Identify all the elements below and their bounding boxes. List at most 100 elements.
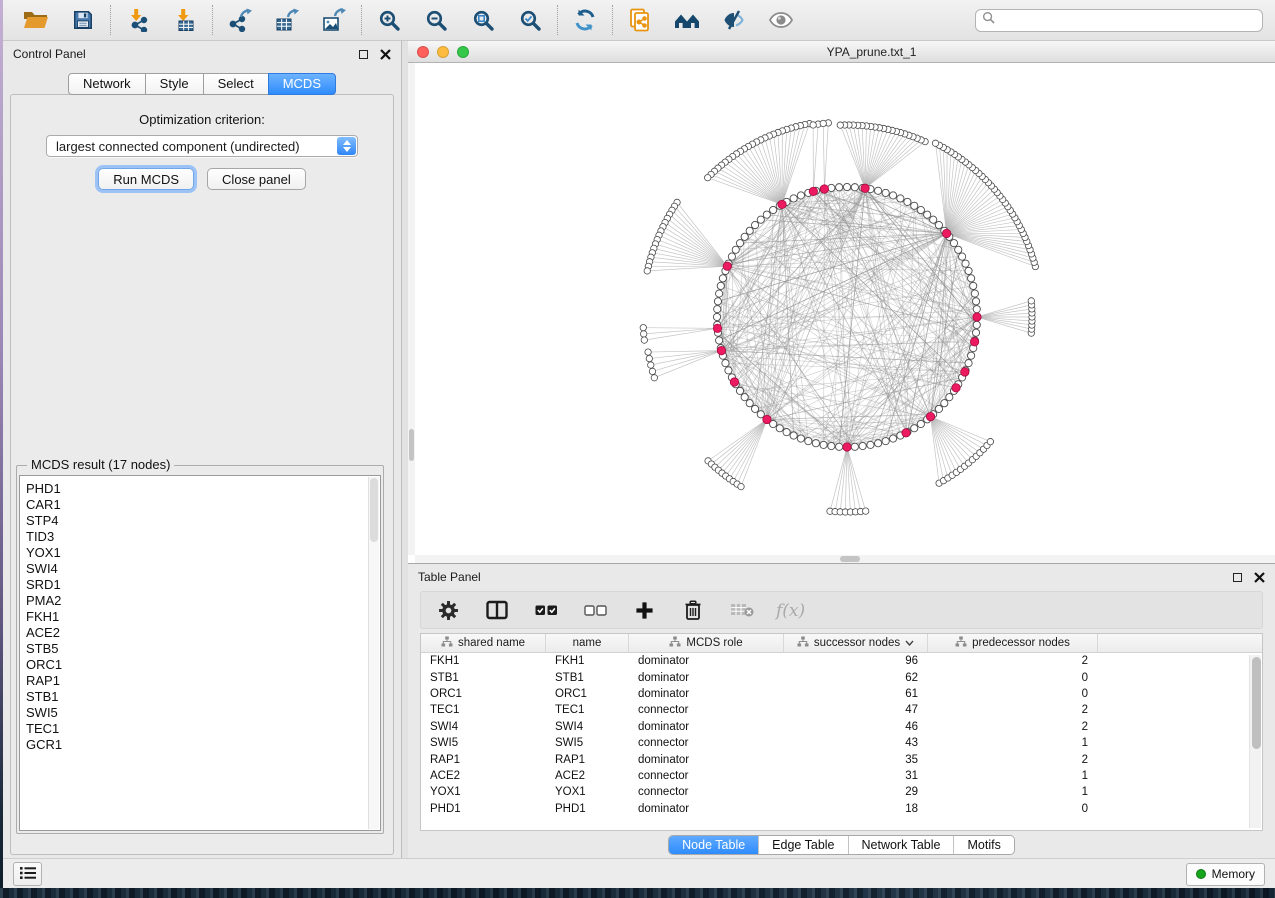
table-panel-title: Table Panel [418,570,481,584]
table-row[interactable]: YOX1YOX1connector291 [421,784,1262,800]
close-panel-button[interactable]: Close panel [207,168,306,190]
mcds-result-item[interactable]: ORC1 [26,657,380,673]
close-table-panel-button[interactable] [1254,572,1265,583]
tab-style[interactable]: Style [145,73,204,95]
float-table-panel-button[interactable] [1233,573,1242,582]
export-image-button[interactable] [320,6,348,34]
zoom-fit-button[interactable] [469,6,497,34]
mcds-result-item[interactable]: ACE2 [26,625,380,641]
tab-edge-table[interactable]: Edge Table [758,836,847,854]
tab-network[interactable]: Network [68,73,146,95]
save-session-button[interactable] [69,6,97,34]
table-row[interactable]: ORC1ORC1dominator610 [421,686,1262,702]
table-row[interactable]: TEC1TEC1connector472 [421,702,1262,718]
mcds-result-item[interactable]: PMA2 [26,593,380,609]
mcds-result-item[interactable]: YOX1 [26,545,380,561]
control-panel-title: Control Panel [13,47,86,61]
cell-shared-name: YOX1 [421,786,546,798]
apply-layout-button[interactable] [571,6,599,34]
mcds-tab-content: Optimization criterion: largest connecte… [10,94,394,855]
table-row[interactable]: PHD1PHD1dominator180 [421,801,1262,817]
column-header-predecessor-nodes[interactable]: predecessor nodes [928,634,1098,652]
network-from-file-button[interactable] [626,6,654,34]
mcds-result-item[interactable]: TID3 [26,529,380,545]
import-table-button[interactable] [171,6,199,34]
minimize-window-icon[interactable] [437,46,449,58]
table-row[interactable]: STB1STB1dominator620 [421,669,1262,685]
mcds-result-item[interactable]: STB1 [26,689,380,705]
cell-predecessor-nodes: 0 [928,688,1098,700]
zoom-selected-icon [519,9,542,32]
show-all-button[interactable] [767,6,795,34]
float-panel-button[interactable] [359,50,368,59]
zoom-in-button[interactable] [375,6,403,34]
mcds-result-list[interactable]: PHD1CAR1STP4TID3YOX1SWI4SRD1PMA2FKH1ACE2… [19,475,381,831]
network-graph [408,63,1274,563]
mcds-result-item[interactable]: SWI5 [26,705,380,721]
mcds-result-item[interactable]: FKH1 [26,609,380,625]
mcds-result-item[interactable]: PHD1 [26,481,380,497]
column-header-filler [1098,634,1262,652]
run-mcds-button[interactable]: Run MCDS [98,168,194,190]
show-columns-button[interactable] [485,598,509,622]
export-network-button[interactable] [226,6,254,34]
memory-button[interactable]: Memory [1186,863,1265,886]
mcds-result-item[interactable]: STP4 [26,513,380,529]
zoom-selected-button[interactable] [516,6,544,34]
table-scrollbar[interactable] [1249,655,1261,828]
select-all-columns-button[interactable] [534,598,558,622]
table-settings-button[interactable] [436,598,460,622]
task-history-button[interactable] [13,862,42,886]
hide-selected-button[interactable] [720,6,748,34]
tab-node-table[interactable]: Node Table [669,836,758,854]
cell-shared-name: ACE2 [421,770,546,782]
mcds-result-item[interactable]: TEC1 [26,721,380,737]
table-row[interactable]: SWI4SWI4dominator462 [421,719,1262,735]
open-session-button[interactable] [22,6,50,34]
network-horizontal-scrollbar[interactable] [415,555,1275,563]
zoom-out-button[interactable] [422,6,450,34]
mcds-result-item[interactable]: RAP1 [26,673,380,689]
column-header-successor-nodes[interactable]: successor nodes [784,634,928,652]
export-table-button[interactable] [273,6,301,34]
mcds-result-item[interactable]: SWI4 [26,561,380,577]
tab-select[interactable]: Select [203,73,269,95]
mcds-result-item[interactable]: GCR1 [26,737,380,753]
network-canvas[interactable] [408,63,1275,563]
mcds-hub-node [809,187,817,195]
session-group [9,6,110,34]
create-column-button[interactable] [632,598,656,622]
tab-mcds[interactable]: MCDS [268,73,336,95]
column-header-mcds-role[interactable]: MCDS role [629,634,784,652]
search-input[interactable] [1000,13,1256,27]
table-row[interactable]: RAP1RAP1dominator352 [421,751,1262,767]
search-box [975,9,1263,32]
close-panel-icon-button[interactable] [380,49,391,60]
cell-successor-nodes: 29 [784,786,928,798]
cell-predecessor-nodes: 1 [928,737,1098,749]
houses-icon [674,9,700,31]
mcds-result-item[interactable]: CAR1 [26,497,380,513]
import-network-button[interactable] [124,6,152,34]
table-row[interactable]: ACE2ACE2connector311 [421,768,1262,784]
tab-motifs[interactable]: Motifs [953,836,1013,854]
mcds-result-item[interactable]: STB5 [26,641,380,657]
deselect-all-columns-button[interactable] [583,598,607,622]
tab-network-table[interactable]: Network Table [848,836,954,854]
network-vertical-scrollbar[interactable] [408,63,415,555]
close-window-icon[interactable] [417,46,429,58]
mcds-list-scrollbar[interactable] [368,477,379,829]
mcds-result-item[interactable]: SRD1 [26,577,380,593]
criterion-dropdown[interactable]: largest connected component (undirected) [46,135,358,157]
maximize-window-icon[interactable] [457,46,469,58]
cell-predecessor-nodes: 2 [928,754,1098,766]
table-row[interactable]: FKH1FKH1dominator962 [421,653,1262,669]
mcds-hub-node [843,443,851,451]
first-neighbors-button[interactable] [673,6,701,34]
column-header-shared-name[interactable]: shared name [421,634,546,652]
delete-column-button[interactable] [681,598,705,622]
mcds-hub-node [723,262,731,270]
shared-column-icon [669,636,681,650]
column-header-name[interactable]: name [546,634,629,652]
table-row[interactable]: SWI5SWI5connector431 [421,735,1262,751]
